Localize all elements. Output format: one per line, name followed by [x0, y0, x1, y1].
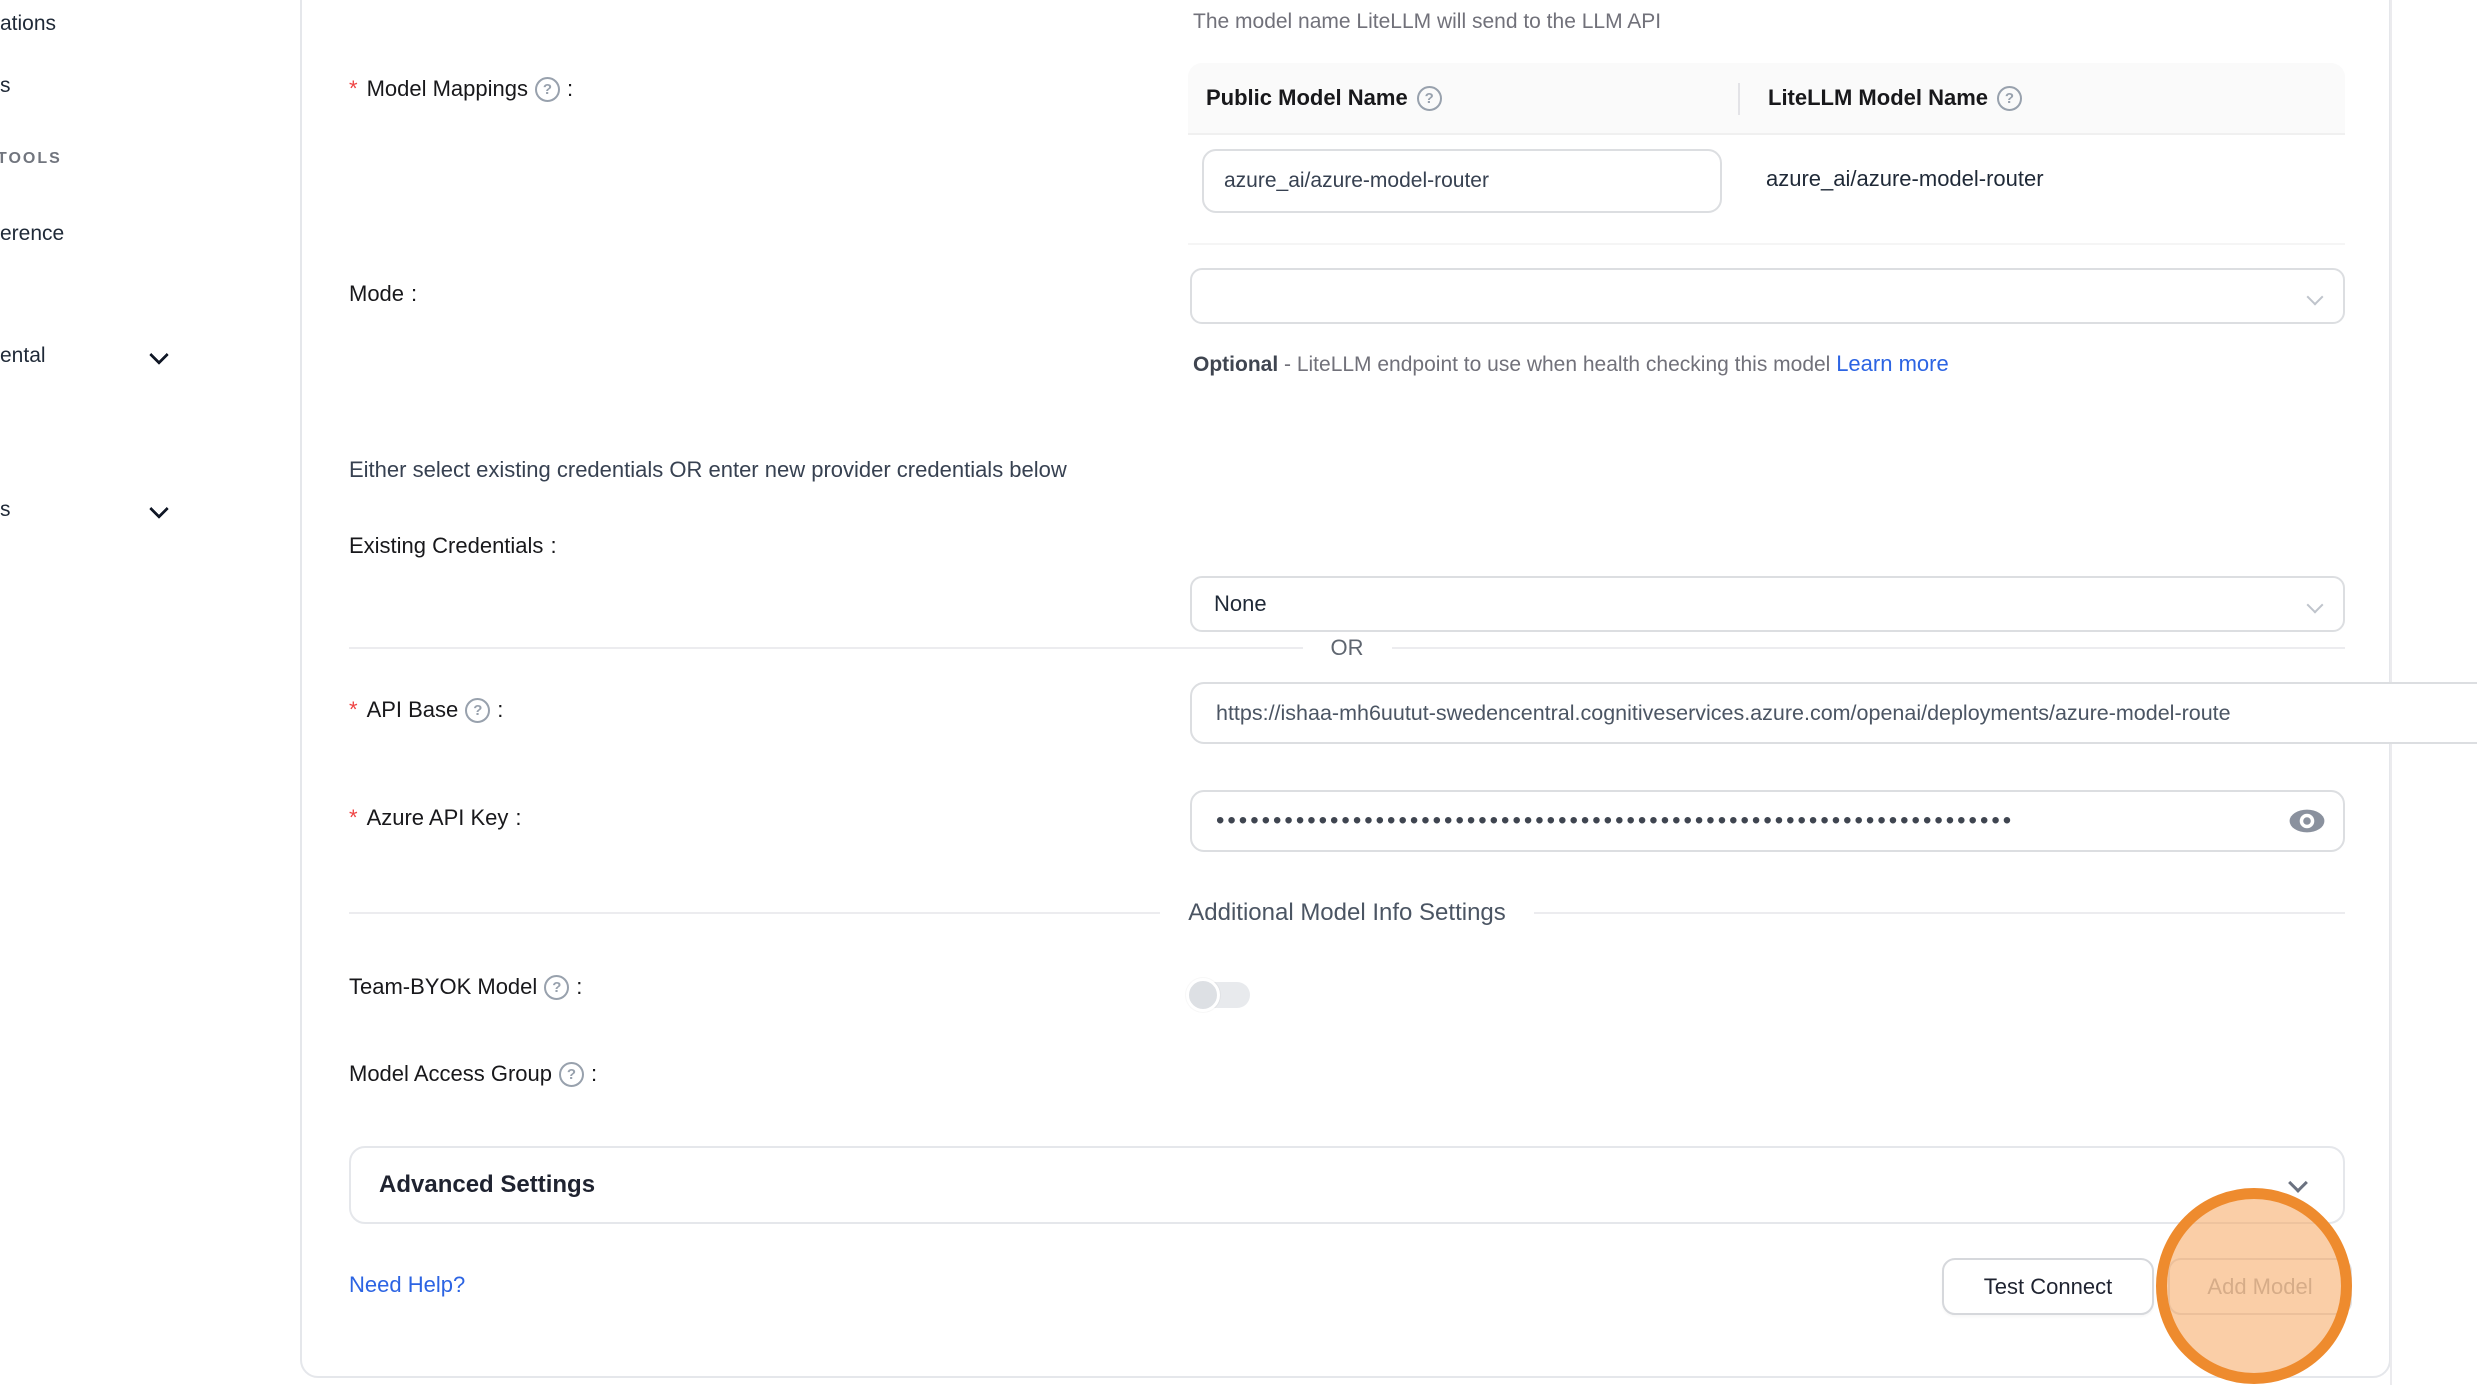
mode-label: Mode :: [349, 281, 417, 307]
api-base-input[interactable]: [1190, 682, 2477, 744]
help-icon[interactable]: ?: [544, 975, 569, 1000]
litellm-model-name-hint: The model name LiteLLM will send to the …: [1193, 10, 1661, 34]
azure-api-key-input[interactable]: ••••••••••••••••••••••••••••••••••••••••…: [1190, 790, 2345, 852]
advanced-settings-title: Advanced Settings: [379, 1171, 595, 1199]
learn-more-link[interactable]: Learn more: [1836, 351, 1949, 376]
chevron-down-icon: [152, 348, 167, 363]
team-byok-toggle[interactable]: [1186, 978, 1250, 1012]
header-divider: [1738, 83, 1740, 115]
toggle-password-visibility-button[interactable]: [2287, 805, 2327, 839]
test-connect-button[interactable]: Test Connect: [1942, 1258, 2154, 1315]
model-mappings-table-row: azure_ai/azure-model-router: [1188, 135, 2345, 245]
add-model-page: ations s TOOLS erence ental s The model …: [0, 0, 2477, 1385]
toggle-knob: [1186, 978, 1220, 1012]
need-help-link[interactable]: Need Help?: [349, 1272, 465, 1298]
chevron-down-icon: [2309, 599, 2323, 613]
model-access-group-label: Model Access Group ? :: [349, 1061, 597, 1087]
sidebar-section-tools: TOOLS: [0, 150, 62, 168]
model-mappings-label: * Model Mappings ? :: [349, 76, 573, 102]
help-icon[interactable]: ?: [1417, 86, 1442, 111]
sidebar-item-clipped-4[interactable]: ental: [0, 344, 46, 368]
additional-settings-divider: Additional Model Info Settings: [349, 899, 2345, 927]
team-byok-label: Team-BYOK Model ? :: [349, 974, 582, 1000]
sidebar-item-clipped-5[interactable]: s: [0, 498, 11, 522]
help-icon[interactable]: ?: [465, 698, 490, 723]
mode-select[interactable]: [1190, 268, 2345, 324]
mode-hint: Optional - LiteLLM endpoint to use when …: [1193, 344, 2003, 385]
credentials-note: Either select existing credentials OR en…: [349, 457, 1067, 483]
help-icon[interactable]: ?: [535, 77, 560, 102]
advanced-settings-panel[interactable]: Advanced Settings: [349, 1146, 2345, 1224]
litellm-model-name-value: azure_ai/azure-model-router: [1766, 166, 2044, 192]
sidebar-item-clipped-3[interactable]: erence: [0, 222, 64, 246]
add-model-button[interactable]: Add Model: [2168, 1258, 2352, 1315]
required-asterisk: *: [349, 76, 358, 102]
sidebar-item-clipped-1[interactable]: ations: [0, 12, 56, 36]
existing-credentials-select[interactable]: None: [1190, 576, 2345, 632]
public-model-name-header: Public Model Name ?: [1188, 85, 1738, 111]
help-icon[interactable]: ?: [559, 1062, 584, 1087]
chevron-down-icon: [2309, 291, 2323, 305]
public-model-name-input[interactable]: [1202, 149, 1722, 213]
masked-api-key: ••••••••••••••••••••••••••••••••••••••••…: [1216, 792, 2256, 850]
azure-api-key-label: * Azure API Key :: [349, 805, 522, 831]
sidebar-item-clipped-2[interactable]: s: [0, 74, 11, 98]
or-divider: OR: [349, 635, 2345, 661]
existing-credentials-label: Existing Credentials :: [349, 533, 557, 559]
api-base-label: * API Base ? :: [349, 697, 503, 723]
eye-icon: [2288, 806, 2326, 836]
required-asterisk: *: [349, 805, 358, 831]
model-mappings-table: Public Model Name ? LiteLLM Model Name ?…: [1188, 63, 2345, 245]
help-icon[interactable]: ?: [1997, 86, 2022, 111]
model-mappings-table-header: Public Model Name ? LiteLLM Model Name ?: [1188, 63, 2345, 135]
litellm-model-name-header: LiteLLM Model Name ?: [1738, 85, 2022, 111]
required-asterisk: *: [349, 697, 358, 723]
chevron-down-icon: [152, 502, 167, 517]
chevron-down-icon: [2291, 1176, 2307, 1192]
